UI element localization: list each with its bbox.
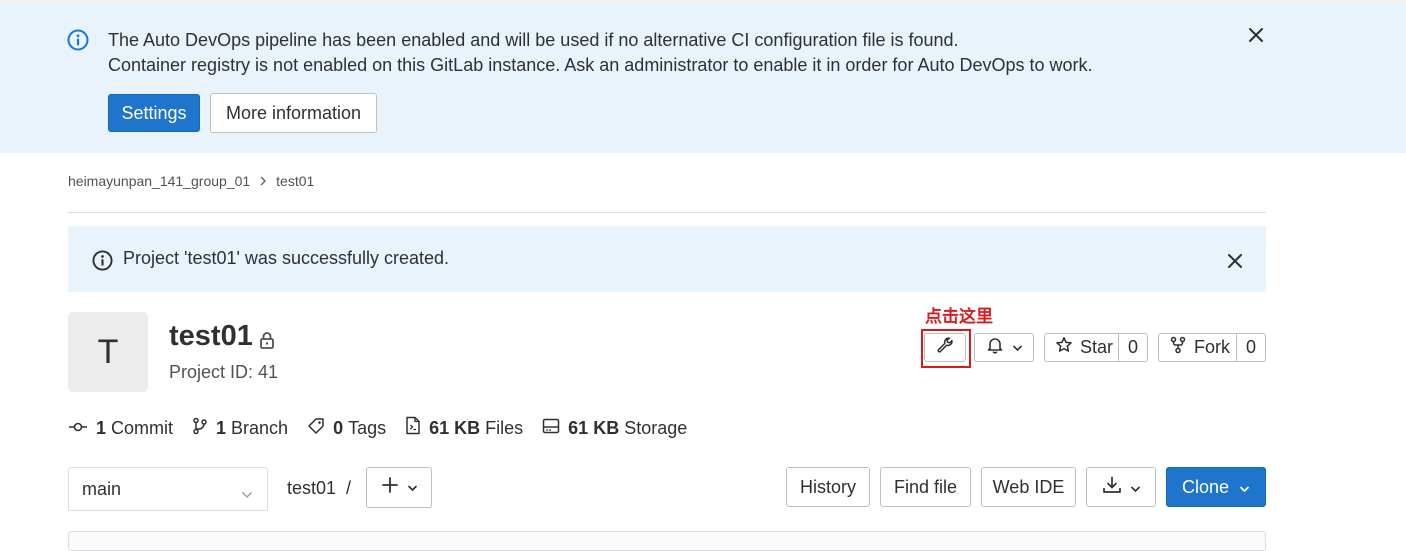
commit-icon (68, 418, 96, 439)
stat-files[interactable]: 61 KB Files (405, 416, 523, 440)
history-button[interactable]: History (786, 467, 870, 507)
stat-storage[interactable]: 61 KB Storage (542, 418, 687, 439)
annotation-label: 点击这里 (925, 307, 993, 327)
file-icon (405, 416, 429, 440)
fork-button[interactable]: Fork 0 (1158, 333, 1266, 362)
branch-selector[interactable]: main (68, 467, 268, 511)
star-button[interactable]: Star 0 (1044, 333, 1148, 362)
project-settings-button[interactable] (924, 333, 966, 362)
project-id: Project ID: 41 (169, 362, 279, 382)
branches-label: Branch (231, 417, 289, 438)
commits-label: Commit (111, 417, 174, 438)
stat-branches[interactable]: 1 Branch (192, 417, 288, 440)
repo-path: test01 / (287, 478, 351, 499)
files-size: 61 KB (429, 417, 481, 438)
commits-count: 1 (96, 417, 107, 438)
tags-label: Tags (348, 417, 387, 438)
close-icon[interactable] (1246, 25, 1266, 45)
chevron-right-icon (259, 176, 267, 186)
wrench-icon (936, 336, 954, 359)
star-icon (1055, 336, 1073, 359)
tag-icon (307, 417, 333, 440)
chevron-down-icon (407, 479, 418, 497)
clone-label: Clone (1181, 476, 1230, 497)
star-label: Star (1080, 337, 1114, 357)
fork-count[interactable]: 0 (1236, 334, 1265, 361)
close-icon[interactable] (1225, 251, 1245, 271)
fork-label: Fork (1194, 337, 1230, 357)
breadcrumb: heimayunpan_141_group_01 test01 (68, 173, 314, 189)
web-ide-button[interactable]: Web IDE (981, 467, 1076, 507)
download-icon (1102, 476, 1122, 499)
success-alert: Project 'test01' was successfully create… (68, 226, 1266, 292)
tags-count: 0 (333, 417, 344, 438)
stat-commits[interactable]: 1 Commit (68, 418, 173, 439)
chevron-down-icon (1130, 477, 1141, 498)
alert-message: Project 'test01' was successfully create… (123, 248, 450, 268)
auto-devops-banner: The Auto DevOps pipeline has been enable… (0, 3, 1406, 153)
more-information-button[interactable]: More information (210, 93, 377, 133)
breadcrumb-group-link[interactable]: heimayunpan_141_group_01 (68, 173, 250, 189)
download-button[interactable] (1086, 467, 1156, 507)
info-icon (92, 250, 113, 276)
clone-button[interactable]: Clone (1166, 467, 1266, 507)
banner-message-line-1: The Auto DevOps pipeline has been enable… (108, 30, 959, 50)
chevron-down-icon (241, 483, 253, 504)
settings-button[interactable]: Settings (108, 94, 200, 132)
storage-size: 61 KB (568, 417, 620, 438)
divider (68, 212, 1266, 213)
banner-message-line-2: Container registry is not enabled on thi… (108, 55, 1093, 75)
add-to-tree-button[interactable] (366, 467, 432, 508)
repo-path-project[interactable]: test01 (287, 478, 336, 498)
files-label: Files (485, 417, 524, 438)
stat-tags[interactable]: 0 Tags (307, 417, 386, 440)
chevron-down-icon (1239, 477, 1250, 498)
chevron-down-icon (1012, 339, 1023, 357)
project-title: test01 (169, 320, 253, 352)
fork-icon (1169, 336, 1187, 359)
info-icon (67, 29, 89, 56)
star-count[interactable]: 0 (1118, 334, 1147, 361)
branch-icon (192, 417, 216, 440)
project-avatar[interactable]: T (68, 312, 148, 392)
branches-count: 1 (216, 417, 227, 438)
storage-label: Storage (624, 417, 688, 438)
notification-button[interactable] (974, 333, 1034, 362)
repo-path-separator: / (346, 478, 352, 498)
file-tree-container (68, 531, 1266, 551)
branch-selector-value: main (82, 478, 122, 499)
storage-icon (542, 418, 568, 439)
banner-message: The Auto DevOps pipeline has been enable… (108, 28, 1093, 78)
breadcrumb-project-link[interactable]: test01 (276, 173, 314, 189)
project-stats: 1 Commit 1 Branch 0 Tags 61 KB Files 61 … (68, 416, 706, 440)
plus-icon (381, 476, 399, 499)
bell-icon (986, 336, 1004, 359)
find-file-button[interactable]: Find file (880, 467, 971, 507)
lock-icon (258, 331, 276, 354)
